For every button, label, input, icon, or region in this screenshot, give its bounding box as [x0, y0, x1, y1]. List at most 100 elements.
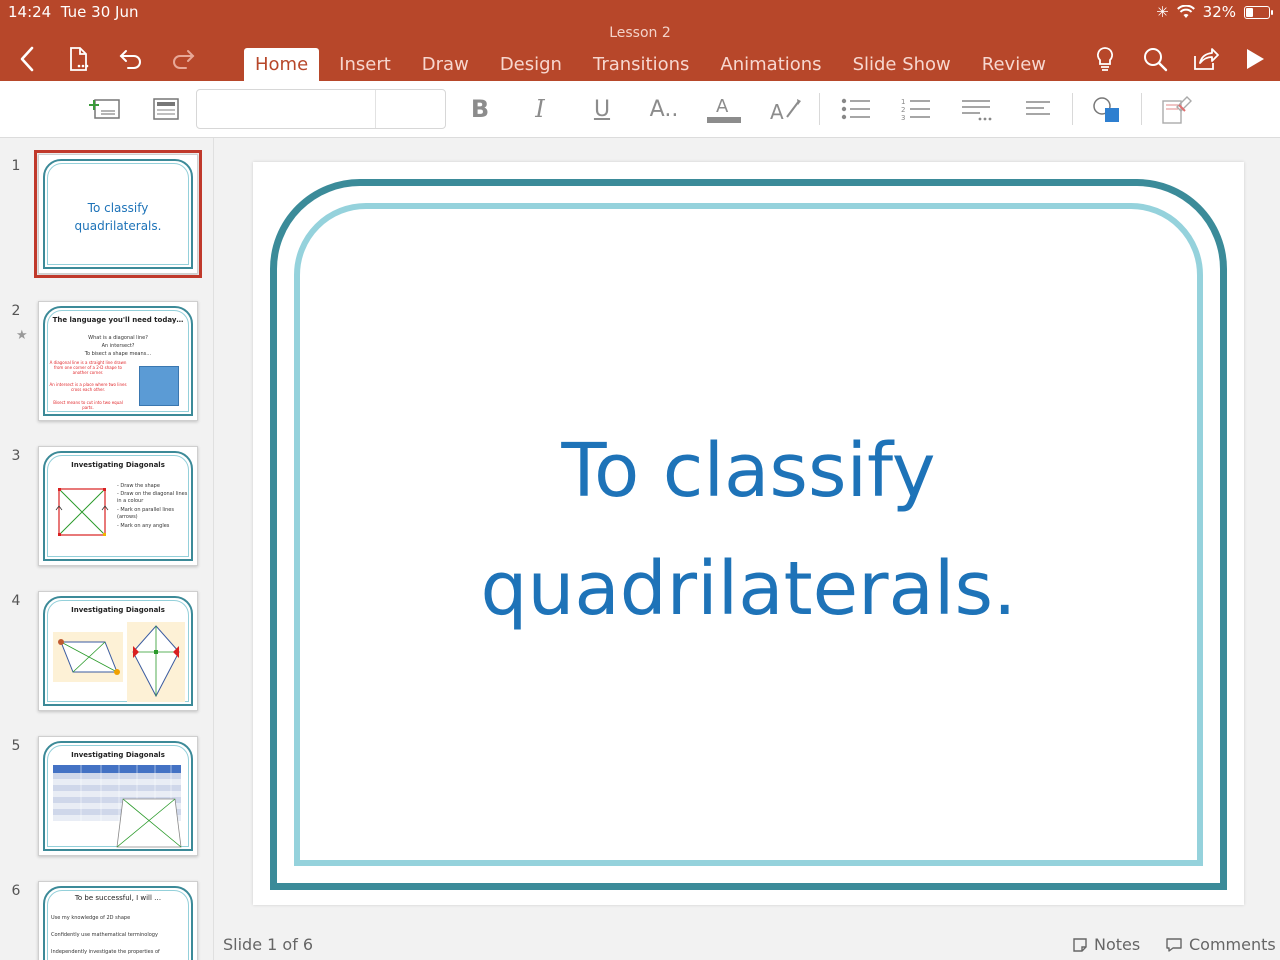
notes-icon	[1073, 937, 1087, 952]
svg-text:A: A	[770, 100, 784, 123]
square-diagram	[55, 488, 109, 536]
thumbnail-number: 4	[11, 593, 21, 609]
battery-percent: 32%	[1202, 3, 1236, 21]
thumbnail-text: - Mark on parallel lines (arrows)	[117, 507, 174, 520]
thumbnail-text: Confidently use mathematical terminology	[51, 932, 158, 938]
thumbnail-text: - Mark on any angles	[117, 523, 170, 529]
share-icon[interactable]	[1190, 44, 1220, 74]
comments-label: Comments	[1189, 935, 1276, 954]
tab-design[interactable]: Design	[489, 48, 573, 81]
ribbon-divider	[819, 93, 820, 125]
underline-icon[interactable]: U	[584, 91, 620, 127]
play-slideshow-icon[interactable]	[1240, 44, 1270, 74]
slide-counter: Slide 1 of 6	[223, 935, 314, 954]
undo-icon[interactable]	[116, 44, 146, 74]
tab-slide-show[interactable]: Slide Show	[842, 48, 962, 81]
slide-canvas[interactable]: To classify quadrilaterals.	[253, 162, 1244, 905]
search-icon[interactable]	[1140, 44, 1170, 74]
tab-review[interactable]: Review	[971, 48, 1057, 81]
tab-transitions[interactable]: Transitions	[582, 48, 700, 81]
shapes-icon[interactable]	[1088, 91, 1124, 127]
thumbnail-text: An intersect is a place where two lines …	[49, 382, 127, 392]
tab-draw[interactable]: Draw	[411, 48, 480, 81]
font-options-icon[interactable]: A..	[646, 91, 682, 127]
align-left-icon[interactable]	[1020, 91, 1056, 127]
svg-text:3: 3	[901, 114, 905, 122]
ribbon-divider	[1141, 93, 1142, 125]
thumbnail-text: - Draw on the diagonal lines in a colour	[117, 491, 188, 504]
ribbon-divider	[1072, 93, 1073, 125]
slide-thumbnail-pane[interactable]: 1 To classify quadrilaterals. 2 ★ The la…	[0, 138, 214, 960]
document-title: Lesson 2	[609, 25, 671, 41]
battery-icon	[1244, 5, 1273, 19]
font-name-size-box[interactable]	[196, 89, 446, 129]
thumbnail-number: 1	[11, 158, 21, 174]
format-painter-icon[interactable]: A	[768, 91, 804, 127]
thumbnail-title: To classify quadrilaterals.	[74, 201, 162, 233]
thumbnail-text: A diagonal line is a straight line drawn…	[49, 360, 127, 375]
font-color-icon[interactable]: A	[706, 91, 742, 127]
paragraph-options-icon[interactable]	[958, 91, 994, 127]
svg-text:A: A	[716, 96, 729, 117]
thumbnail-text: Independently investigate the properties…	[51, 949, 160, 955]
layout-icon[interactable]	[148, 91, 184, 127]
parallelogram-diagram	[53, 632, 123, 682]
numbered-list-icon[interactable]: 123	[898, 91, 934, 127]
notes-label: Notes	[1094, 935, 1141, 954]
lightbulb-icon[interactable]	[1090, 44, 1120, 74]
activity-icon: ✳	[1156, 3, 1169, 21]
thumbnail-title: To be successful, I will …	[74, 894, 162, 902]
thumbnail-slide-6[interactable]: To be successful, I will … Use my knowle…	[38, 881, 198, 960]
thumbnail-text: Use my knowledge of 2D shape	[51, 915, 131, 921]
date: Tue 30 Jun	[60, 3, 139, 21]
kite-diagram	[127, 622, 185, 702]
tab-animations[interactable]: Animations	[709, 48, 832, 81]
star-icon: ★	[16, 328, 28, 343]
thumbnail-slide-4[interactable]: Investigating Diagonals	[38, 591, 198, 711]
comments-button[interactable]: Comments	[1165, 935, 1276, 954]
clear-formatting-icon[interactable]	[1158, 91, 1194, 127]
home-ribbon: B I U A.. A A 123	[0, 81, 1280, 138]
slide-title[interactable]: To classify quadrilaterals.	[253, 412, 1244, 648]
thumbnail-text: - Draw the shape	[117, 483, 160, 489]
svg-text:2: 2	[901, 106, 905, 114]
tab-insert[interactable]: Insert	[328, 48, 402, 81]
thumbnail-title: Investigating Diagonals	[71, 751, 165, 759]
redo-icon[interactable]	[168, 44, 198, 74]
thumbnail-number: 5	[11, 738, 21, 754]
italic-icon[interactable]: I	[522, 91, 558, 127]
slide-title-line-2: quadrilaterals.	[480, 546, 1017, 632]
status-right: ✳ 32%	[1156, 3, 1273, 21]
thumbnail-title: Investigating Diagonals	[71, 606, 165, 614]
status-time: 14:24 Tue 30 Jun	[8, 3, 138, 21]
thumbnail-slide-2[interactable]: The language you'll need today… What is …	[38, 301, 198, 421]
thumbnail-text: What is a diagonal line?	[88, 335, 148, 341]
thumbnail-text: An intersect?	[101, 343, 135, 349]
comment-icon	[1166, 937, 1182, 952]
thumbnail-number: 6	[11, 883, 21, 899]
file-icon[interactable]	[64, 44, 94, 74]
back-icon[interactable]	[12, 44, 42, 74]
thumbnail-text: To bisect a shape means…	[84, 351, 152, 357]
tab-home[interactable]: Home	[244, 48, 320, 81]
thumbnail-number: 3	[11, 448, 21, 464]
properties-table	[53, 765, 182, 848]
thumbnail-title: The language you'll need today…	[52, 316, 184, 324]
thumbnail-text: Bisect means to cut into two equal parts…	[53, 400, 123, 410]
bold-icon[interactable]: B	[462, 91, 498, 127]
thumbnail-slide-3[interactable]: Investigating Diagonals - Draw the shape…	[38, 446, 198, 566]
new-slide-icon[interactable]	[86, 91, 122, 127]
notes-button[interactable]: Notes	[1072, 935, 1140, 954]
svg-text:1: 1	[901, 98, 905, 106]
bullet-list-icon[interactable]	[838, 91, 874, 127]
thumbnail-slide-5[interactable]: Investigating Diagonals	[38, 736, 198, 856]
thumbnail-slide-1[interactable]: To classify quadrilaterals.	[34, 150, 202, 278]
square-shape	[139, 366, 179, 406]
slide-title-line-1: To classify	[561, 428, 936, 514]
clock: 14:24	[8, 3, 52, 21]
title-bar: 14:24 Tue 30 Jun ✳ 32% Lesson 2 Home Inse…	[0, 0, 1280, 81]
ribbon-tabs: Home Insert Draw Design Transitions Animation…	[244, 48, 1066, 81]
thumbnail-number: 2	[11, 303, 21, 319]
wifi-icon	[1176, 5, 1195, 18]
thumbnail-title: Investigating Diagonals	[71, 461, 165, 469]
